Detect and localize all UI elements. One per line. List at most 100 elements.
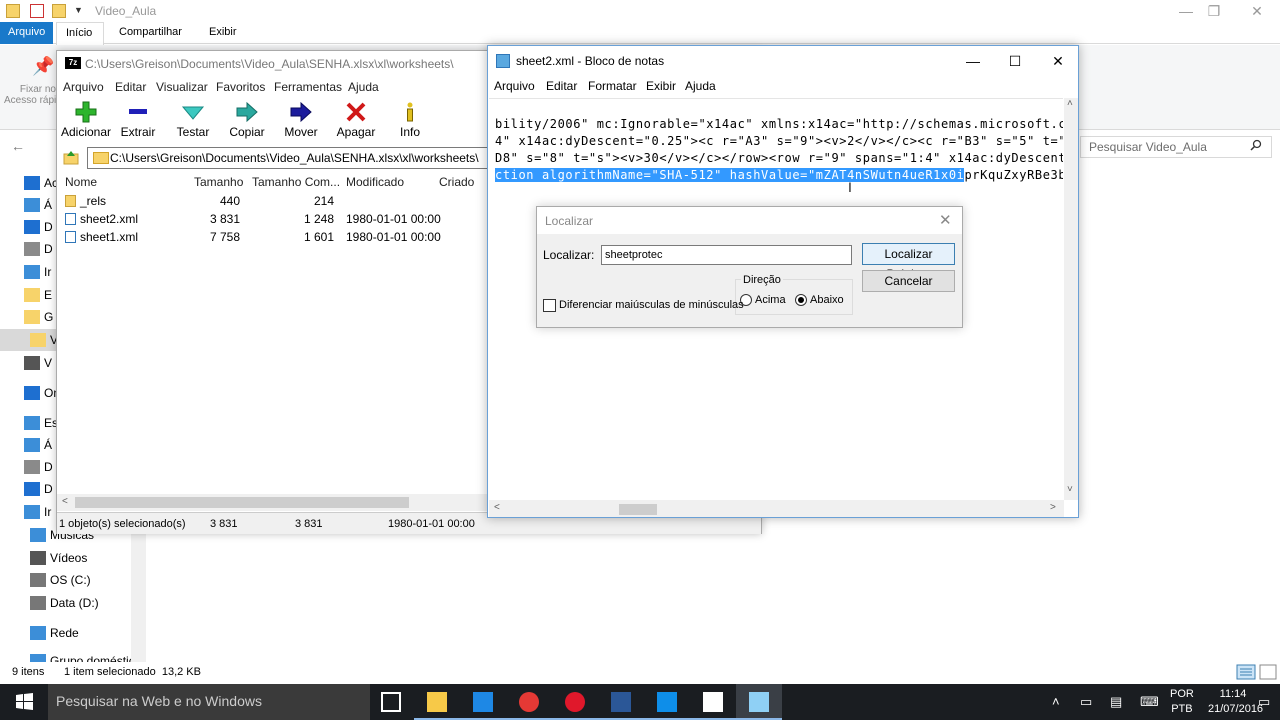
tab-compartilhar[interactable]: Compartilhar xyxy=(119,26,182,38)
scroll-thumb[interactable] xyxy=(619,504,657,515)
nav-item[interactable]: Ir xyxy=(24,261,51,283)
nav-item[interactable]: Data (D:) xyxy=(30,592,99,614)
nav-item[interactable]: Ir xyxy=(24,501,51,523)
explorer-search-input[interactable]: Pesquisar Video_Aula xyxy=(1080,136,1272,158)
scroll-left-icon[interactable]: < xyxy=(62,496,68,507)
menu-favoritos[interactable]: Favoritos xyxy=(216,80,265,94)
nav-item[interactable]: Ac xyxy=(24,172,58,194)
task-view-icon[interactable] xyxy=(368,684,414,720)
close-icon[interactable]: ✕ xyxy=(939,211,952,229)
column-modified[interactable]: Modificado xyxy=(346,175,404,189)
test-button[interactable]: Testar xyxy=(164,99,222,145)
maximize-icon[interactable]: ☐ xyxy=(992,46,1038,76)
column-created[interactable]: Criado xyxy=(439,175,474,189)
notepad-vscrollbar[interactable] xyxy=(1064,98,1078,500)
menu-exibir[interactable]: Exibir xyxy=(646,79,676,93)
opera-icon[interactable] xyxy=(552,684,598,720)
chrome-icon[interactable] xyxy=(506,684,552,720)
close-icon[interactable]: ✕ xyxy=(1234,0,1280,22)
language-indicator[interactable]: POR PTB xyxy=(1170,687,1194,717)
nav-item[interactable]: D xyxy=(24,238,53,260)
taskbar-search-input[interactable]: Pesquisar na Web e no Windows xyxy=(48,684,370,720)
scroll-left-icon[interactable]: < xyxy=(494,502,500,513)
nav-item[interactable]: Á xyxy=(24,434,52,456)
cancel-button[interactable]: Cancelar xyxy=(862,270,955,292)
menu-formatar[interactable]: Formatar xyxy=(588,79,637,93)
nav-item[interactable]: D xyxy=(24,216,53,238)
nav-item[interactable]: Á xyxy=(24,194,52,216)
view-toggle[interactable] xyxy=(1236,662,1280,685)
properties-icon[interactable] xyxy=(30,4,44,18)
chevron-down-icon[interactable]: ▼ xyxy=(74,5,83,15)
edge-icon[interactable] xyxy=(460,684,506,720)
sevenzip-icon[interactable] xyxy=(690,684,736,720)
close-icon[interactable]: ✕ xyxy=(1035,46,1081,76)
move-button[interactable]: Mover xyxy=(272,99,330,145)
windows-start-icon[interactable] xyxy=(0,684,48,720)
menu-ferramentas[interactable]: Ferramentas xyxy=(274,80,342,94)
nav-item[interactable]: OS (C:) xyxy=(30,569,91,591)
chevron-up-icon[interactable]: ˄ xyxy=(1052,694,1060,709)
file-explorer-icon[interactable] xyxy=(414,684,460,720)
notification-icon[interactable]: ▤ xyxy=(1110,694,1122,710)
clock[interactable]: 11:14 21/07/2016 xyxy=(1208,687,1263,717)
nav-item[interactable]: D xyxy=(24,478,53,500)
column-name[interactable]: Nome xyxy=(65,175,97,189)
scroll-down-icon[interactable]: ˅ xyxy=(1067,484,1073,495)
new-folder-icon[interactable] xyxy=(52,4,66,18)
nav-item[interactable]: G xyxy=(24,306,53,328)
notepad-icon[interactable] xyxy=(736,684,782,720)
network-icon[interactable]: ▭ xyxy=(1080,694,1092,710)
nav-item[interactable]: E xyxy=(24,284,52,306)
nav-item[interactable]: D xyxy=(24,456,53,478)
add-button[interactable]: Adicionar xyxy=(57,99,115,145)
scroll-up-icon[interactable]: ˄ xyxy=(1067,98,1073,109)
search-icon[interactable] xyxy=(1250,139,1262,154)
delete-button[interactable]: Apagar xyxy=(327,99,385,145)
menu-visualizar[interactable]: Visualizar xyxy=(156,80,208,94)
menu-ajuda[interactable]: Ajuda xyxy=(685,79,716,93)
find-next-button[interactable]: Localizar Próxima xyxy=(862,243,955,281)
tab-arquivo[interactable]: Arquivo xyxy=(0,22,53,44)
info-button[interactable]: Info xyxy=(381,99,439,145)
nav-item[interactable]: On xyxy=(24,382,60,404)
menu-editar[interactable]: Editar xyxy=(115,80,146,94)
tab-exibir[interactable]: Exibir xyxy=(209,26,237,38)
column-size[interactable]: Tamanho xyxy=(194,175,243,189)
direction-down-radio[interactable] xyxy=(795,294,807,306)
keyboard-icon[interactable]: ⌨ xyxy=(1140,694,1159,710)
column-packed-size[interactable]: Tamanho Com... xyxy=(252,175,340,189)
menu-arquivo[interactable]: Arquivo xyxy=(63,80,104,94)
folder-up-icon[interactable] xyxy=(63,149,79,165)
menu-ajuda[interactable]: Ajuda xyxy=(348,80,379,94)
match-case-label[interactable]: Diferenciar maiúsculas de minúsculas xyxy=(559,299,744,311)
direction-down-label[interactable]: Abaixo xyxy=(810,294,844,306)
pin-icon[interactable]: 📌 xyxy=(32,56,54,77)
nav-item-label: OS (C:) xyxy=(50,573,91,587)
scroll-thumb[interactable] xyxy=(75,497,409,508)
direction-up-label[interactable]: Acima xyxy=(755,294,786,306)
minimize-icon[interactable]: — xyxy=(950,46,996,76)
scroll-right-icon[interactable]: > xyxy=(1050,502,1056,513)
nav-item[interactable]: Rede xyxy=(30,622,79,644)
word-icon[interactable] xyxy=(598,684,644,720)
teamviewer-icon[interactable] xyxy=(644,684,690,720)
maximize-icon[interactable]: ❐ xyxy=(1191,0,1237,22)
match-case-checkbox[interactable] xyxy=(543,299,556,312)
back-arrow-icon[interactable]: ← xyxy=(11,138,25,154)
menu-editar[interactable]: Editar xyxy=(546,79,577,93)
sevenzip-address-bar[interactable]: C:\Users\Greison\Documents\Video_Aula\SE… xyxy=(87,147,517,169)
desktop-icon xyxy=(24,438,40,452)
nav-item[interactable]: Vídeos xyxy=(30,547,87,569)
nav-scrollbar[interactable] xyxy=(131,530,146,662)
sevenzip-title: C:\Users\Greison\Documents\Video_Aula\SE… xyxy=(85,57,454,71)
copy-button[interactable]: Copiar xyxy=(218,99,276,145)
notepad-hscrollbar[interactable] xyxy=(489,500,1064,517)
nav-item[interactable]: V xyxy=(24,352,52,374)
extract-button[interactable]: Extrair xyxy=(109,99,167,145)
nav-item-label: Ir xyxy=(44,265,52,279)
tab-inicio[interactable]: Início xyxy=(56,22,104,45)
find-input[interactable] xyxy=(601,245,852,265)
menu-arquivo[interactable]: Arquivo xyxy=(494,79,535,93)
action-center-icon[interactable]: ▭ xyxy=(1258,694,1270,710)
